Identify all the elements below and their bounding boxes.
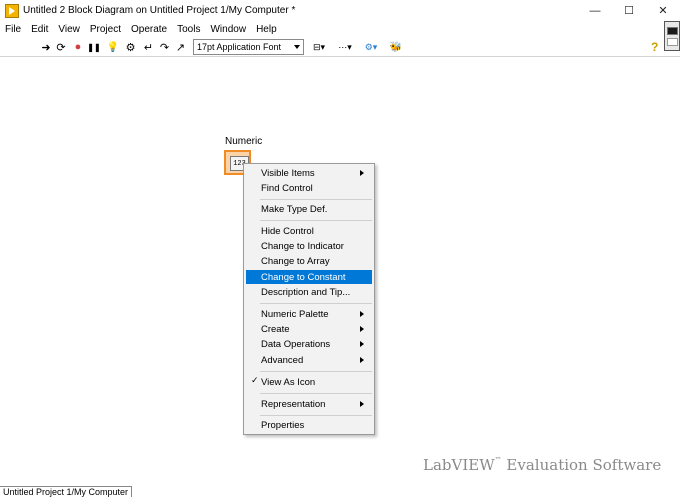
menu-separator <box>260 303 372 304</box>
retain-wire-values-icon[interactable]: ⚙ <box>124 39 137 55</box>
context-menu: Visible Items Find Control Make Type Def… <box>243 163 375 435</box>
toolbar: ➜ ⟳ ● ❚❚ 💡 ⚙ ↵ ↷ ↗ 17pt Application Font… <box>0 37 680 57</box>
maximize-button[interactable]: ☐ <box>612 0 646 21</box>
menu-view[interactable]: View <box>53 24 85 35</box>
menu-separator <box>260 371 372 372</box>
menu-item-numeric-palette[interactable]: Numeric Palette <box>246 307 372 321</box>
evaluation-watermark: LabVIEW™ Evaluation Software <box>423 456 661 474</box>
menu-item-change-to-constant[interactable]: Change to Constant <box>246 270 372 284</box>
reorder-icon[interactable]: ⚙▾ <box>361 39 381 55</box>
run-continuously-icon[interactable]: ⟳ <box>55 39 67 55</box>
watermark-brand: LabVIEW <box>423 456 495 474</box>
minimize-button[interactable]: — <box>578 0 612 21</box>
menu-separator <box>260 199 372 200</box>
abort-icon[interactable]: ● <box>72 39 84 55</box>
chevron-down-icon <box>294 45 300 49</box>
menu-item-label: Change to Indicator <box>261 240 344 252</box>
window-title: Untitled 2 Block Diagram on Untitled Pro… <box>23 5 296 16</box>
menu-operate[interactable]: Operate <box>126 24 172 35</box>
menu-item-label: Properties <box>261 419 305 431</box>
window-controls: — ☐ ✕ <box>578 0 680 21</box>
submenu-arrow-icon <box>360 326 364 332</box>
menu-item-label: Visible Items <box>261 167 315 179</box>
submenu-arrow-icon <box>360 170 364 176</box>
menu-window[interactable]: Window <box>205 24 251 35</box>
step-into-icon[interactable]: ↵ <box>142 39 155 55</box>
submenu-arrow-icon <box>360 341 364 347</box>
watermark-trademark: ™ <box>494 456 502 464</box>
menu-separator <box>260 393 372 394</box>
check-icon: ✓ <box>251 375 259 385</box>
menu-item-view-as-icon[interactable]: ✓ View As Icon <box>246 375 372 389</box>
menu-project[interactable]: Project <box>85 24 126 35</box>
vi-icon-graph <box>667 38 678 46</box>
menu-item-data-operations[interactable]: Data Operations <box>246 337 372 351</box>
labview-window: Untitled 2 Block Diagram on Untitled Pro… <box>0 0 680 497</box>
submenu-arrow-icon <box>360 401 364 407</box>
menu-tools[interactable]: Tools <box>172 24 205 35</box>
menu-item-find-control[interactable]: Find Control <box>246 181 372 195</box>
menu-bar: File Edit View Project Operate Tools Win… <box>0 21 680 37</box>
highlight-execution-icon[interactable]: 💡 <box>107 39 119 55</box>
pause-icon[interactable]: ❚❚ <box>87 39 100 55</box>
menu-file[interactable]: File <box>0 24 26 35</box>
menu-item-advanced[interactable]: Advanced <box>246 353 372 367</box>
cleanup-diagram-icon[interactable]: 🐝 <box>388 39 404 55</box>
step-over-icon[interactable]: ↷ <box>158 39 171 55</box>
vi-icon[interactable] <box>664 21 680 51</box>
menu-item-label: Find Control <box>261 182 313 194</box>
vi-icon-screen <box>667 27 678 35</box>
menu-item-change-to-array[interactable]: Change to Array <box>246 254 372 268</box>
menu-item-description-and-tip[interactable]: Description and Tip... <box>246 285 372 299</box>
menu-item-label: Change to Array <box>261 255 330 267</box>
menu-item-label: View As Icon <box>261 376 316 388</box>
menu-separator <box>260 220 372 221</box>
watermark-suffix: Evaluation Software <box>506 456 662 474</box>
menu-item-label: Hide Control <box>261 225 314 237</box>
submenu-arrow-icon <box>360 357 364 363</box>
numeric-node-label[interactable]: Numeric <box>225 136 262 147</box>
step-out-icon[interactable]: ↗ <box>174 39 187 55</box>
menu-item-label: Advanced <box>261 354 304 366</box>
menu-item-label: Numeric Palette <box>261 308 329 320</box>
menu-separator <box>260 415 372 416</box>
status-bar: Untitled Project 1/My Computer <box>0 486 680 497</box>
menu-help[interactable]: Help <box>251 24 282 35</box>
menu-item-change-to-indicator[interactable]: Change to Indicator <box>246 239 372 253</box>
close-button[interactable]: ✕ <box>646 0 680 21</box>
run-arrow-icon[interactable]: ➜ <box>40 39 52 55</box>
menu-item-create[interactable]: Create <box>246 322 372 336</box>
menu-item-label: Data Operations <box>261 338 331 350</box>
menu-item-visible-items[interactable]: Visible Items <box>246 166 372 180</box>
font-select-dropdown[interactable]: 17pt Application Font <box>193 39 304 55</box>
menu-edit[interactable]: Edit <box>26 24 53 35</box>
project-path-status[interactable]: Untitled Project 1/My Computer <box>0 486 133 497</box>
menu-item-make-type-def[interactable]: Make Type Def. <box>246 202 372 216</box>
distribute-objects-icon[interactable]: ⋯▾ <box>335 39 355 55</box>
submenu-arrow-icon <box>360 311 364 317</box>
menu-item-label: Change to Constant <box>261 271 346 283</box>
menu-item-label: Description and Tip... <box>261 286 351 298</box>
context-help-icon[interactable]: ? <box>651 40 661 54</box>
menu-item-properties[interactable]: Properties <box>246 418 372 432</box>
font-select-value: 17pt Application Font <box>197 42 282 52</box>
menu-item-representation[interactable]: Representation <box>246 397 372 411</box>
align-objects-icon[interactable]: ⊟▾ <box>309 39 329 55</box>
menu-item-label: Representation <box>261 398 326 410</box>
labview-app-icon <box>5 3 19 18</box>
title-bar: Untitled 2 Block Diagram on Untitled Pro… <box>0 0 680 21</box>
menu-item-label: Create <box>261 323 290 335</box>
menu-item-label: Make Type Def. <box>261 203 328 215</box>
menu-item-hide-control[interactable]: Hide Control <box>246 224 372 238</box>
